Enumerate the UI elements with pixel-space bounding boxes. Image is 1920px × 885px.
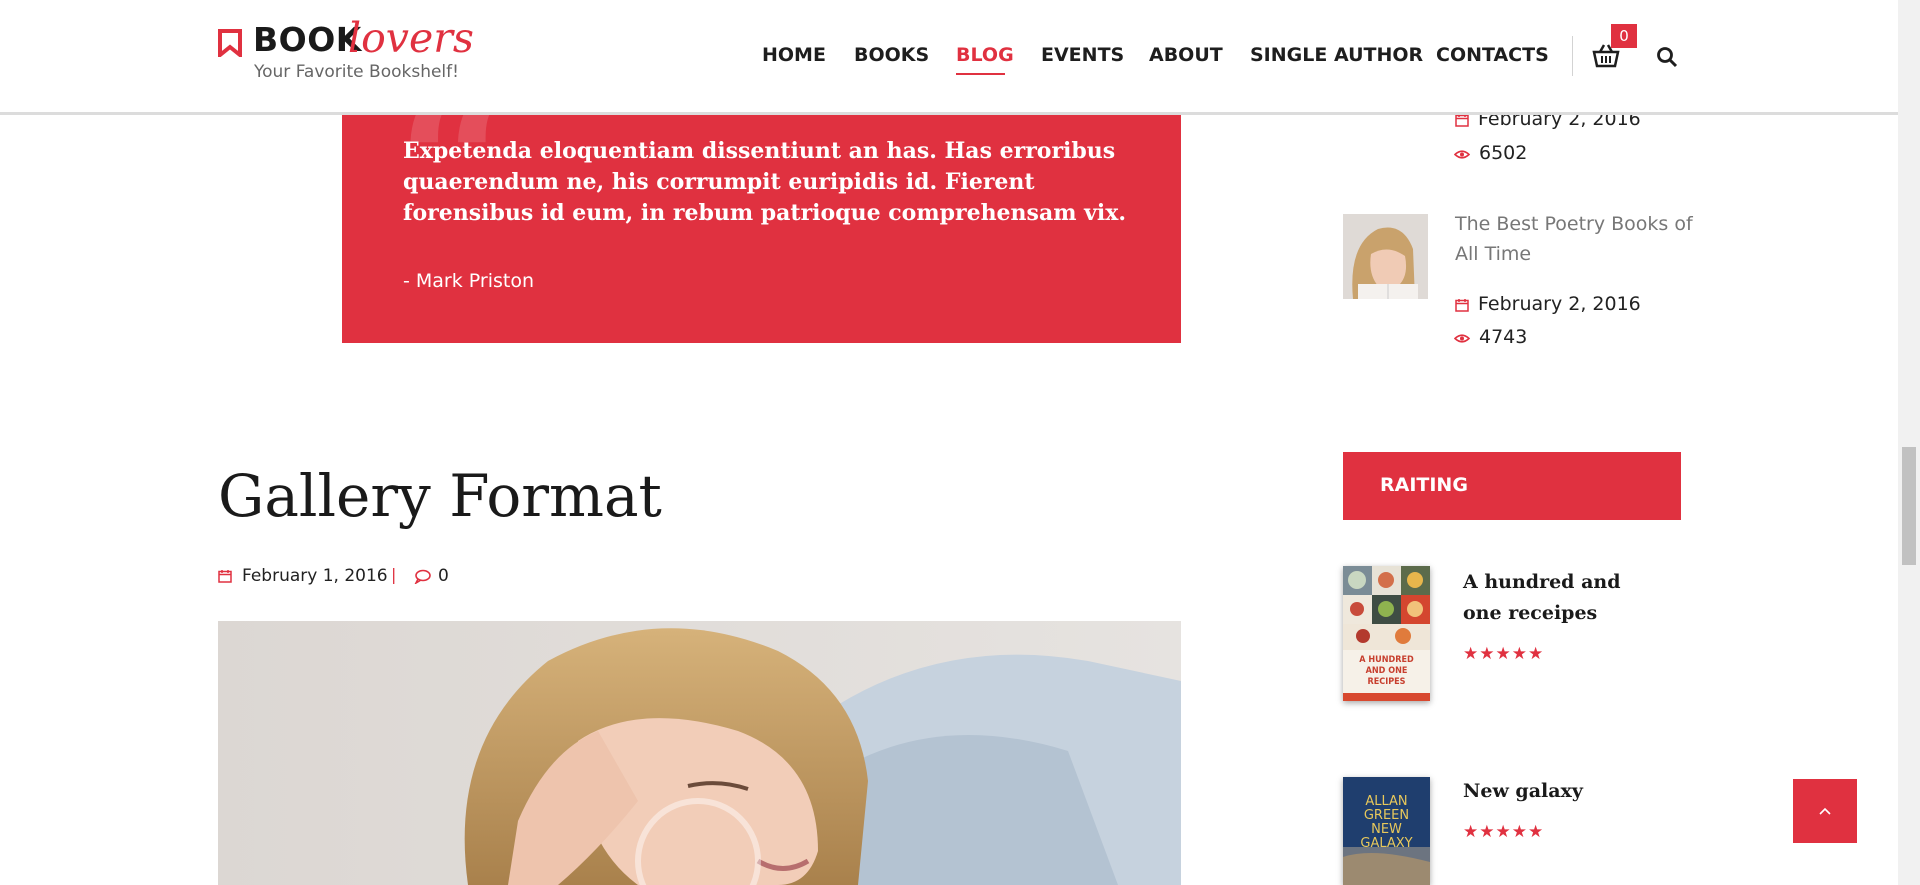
scroll-to-top-button[interactable] — [1793, 779, 1857, 843]
nav-active-underline — [956, 73, 1005, 75]
nav-contacts[interactable]: CONTACTS — [1436, 44, 1549, 66]
nav-divider — [1572, 36, 1573, 76]
popular-post-date[interactable]: February 2, 2016 — [1478, 293, 1641, 315]
woman-reading-thumbnail — [1343, 214, 1428, 299]
page-scrollbar[interactable] — [1898, 0, 1920, 885]
popular-post-title[interactable]: The Best Poetry Books of All Time — [1455, 209, 1700, 269]
book-title[interactable]: New galaxy — [1463, 776, 1663, 807]
comment-icon — [414, 569, 431, 584]
nav-home[interactable]: HOME — [762, 44, 826, 66]
page-scrollbar-thumb[interactable] — [1902, 447, 1916, 565]
calendar-icon — [1455, 299, 1469, 312]
nav-blog[interactable]: BLOG — [956, 44, 1014, 66]
logo-lovers-text[interactable]: lovers — [348, 14, 474, 62]
logo-book-text[interactable]: BOOK — [253, 20, 362, 59]
book-cover-title: ALLAN GREEN NEW GALAXY — [1360, 794, 1413, 851]
quote-text: Expetenda eloquentiam dissentiunt an has… — [403, 138, 1127, 226]
quote-author: - Mark Priston — [403, 270, 535, 292]
raiting-heading: RAITING — [1380, 474, 1468, 496]
search-icon[interactable] — [1656, 46, 1678, 68]
nav-books[interactable]: BOOKS — [854, 44, 929, 66]
chevron-up-icon — [1819, 807, 1831, 815]
calendar-icon — [1455, 114, 1469, 127]
book-cover-hundred-recipes[interactable]: A HUNDRED AND ONE RECIPES — [1343, 566, 1430, 701]
popular-post-thumbnail[interactable] — [1343, 214, 1428, 299]
popular-post-views: 6502 — [1479, 142, 1528, 164]
post-title[interactable]: Gallery Format — [218, 462, 662, 530]
book-title[interactable]: A hundred and one receipes — [1463, 567, 1663, 629]
nav-single-author[interactable]: SINGLE AUTHOR — [1250, 44, 1423, 66]
post-comment-count[interactable]: 0 — [438, 566, 449, 586]
nav-events[interactable]: EVENTS — [1041, 44, 1124, 66]
eye-icon — [1454, 334, 1470, 343]
logo-tagline: Your Favorite Bookshelf! — [254, 62, 459, 82]
site-header: BOOK lovers Your Favorite Bookshelf! HOM… — [0, 0, 1898, 115]
gallery-image[interactable] — [218, 621, 1181, 885]
book-rating-stars: ★★★★★ — [1463, 822, 1545, 842]
nav-about[interactable]: ABOUT — [1149, 44, 1223, 66]
bookmark-logo-icon — [218, 29, 242, 57]
cart-count-badge[interactable]: 0 — [1611, 24, 1637, 48]
woman-reading-photo — [218, 621, 1181, 885]
book-cover-new-galaxy[interactable]: ALLAN GREEN NEW GALAXY — [1343, 777, 1430, 885]
book-cover-title: A HUNDRED AND ONE RECIPES — [1359, 655, 1414, 687]
post-date[interactable]: February 1, 2016 — [242, 566, 388, 586]
book-rating-stars: ★★★★★ — [1463, 644, 1545, 664]
eye-icon — [1454, 150, 1470, 159]
meta-separator: | — [391, 565, 397, 584]
popular-post-views: 4743 — [1479, 326, 1528, 348]
calendar-icon — [218, 570, 232, 583]
